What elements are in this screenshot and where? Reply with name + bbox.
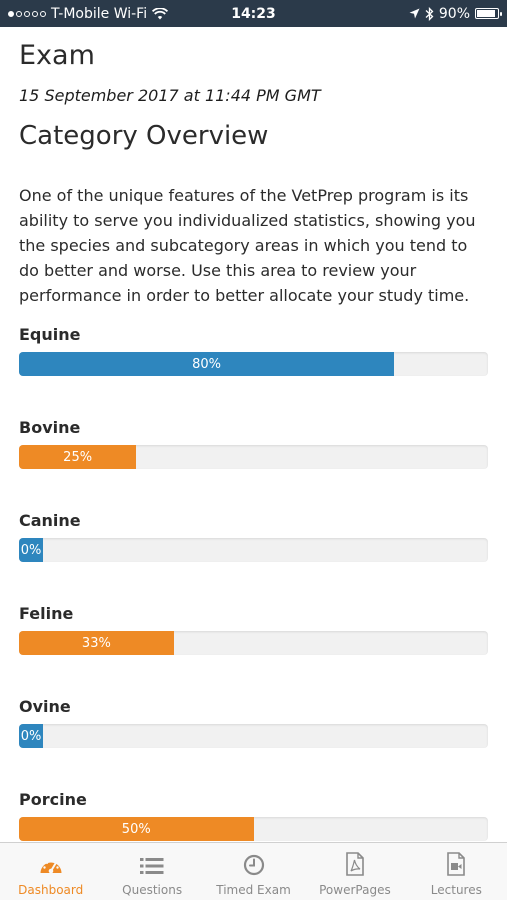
- tab-lectures[interactable]: Lectures: [406, 843, 507, 900]
- carrier-name: T-Mobile Wi-Fi: [51, 5, 148, 22]
- battery-icon: [475, 8, 502, 19]
- wifi-icon: [152, 7, 169, 19]
- status-bar-left: T-Mobile Wi-Fi: [8, 6, 198, 22]
- category-label: Ovine: [19, 697, 71, 716]
- progress-percent-label: 25%: [63, 449, 93, 465]
- overview-description: One of the unique features of the VetPre…: [19, 186, 476, 305]
- progress-fill: 0%: [19, 724, 43, 748]
- pdf-document-icon: [346, 852, 364, 876]
- tab-bar: Dashboard Questions Timed Exam PowerPage…: [0, 842, 507, 900]
- category-bovine: Bovine 25%: [19, 417, 489, 469]
- progress-track: 80%: [19, 352, 488, 376]
- tab-label: PowerPages: [319, 883, 391, 897]
- progress-percent-label: 0%: [20, 542, 42, 558]
- location-arrow-icon: [409, 8, 420, 19]
- tab-timed-exam[interactable]: Timed Exam: [203, 843, 304, 900]
- exam-timestamp: 15 September 2017 at 11:44 PM GMT: [19, 86, 321, 105]
- progress-fill: 50%: [19, 817, 254, 841]
- progress-fill: 25%: [19, 445, 137, 469]
- status-bar-right: 90%: [309, 5, 502, 22]
- battery-percentage: 90%: [438, 5, 470, 22]
- tab-dashboard[interactable]: Dashboard: [0, 843, 101, 900]
- category-label: Canine: [19, 511, 81, 530]
- progress-percent-label: 50%: [121, 821, 151, 837]
- status-bar: T-Mobile Wi-Fi 14:23 90%: [0, 0, 507, 27]
- tab-label: Lectures: [430, 883, 482, 897]
- category-porcine: Porcine 50%: [19, 789, 489, 841]
- bluetooth-icon: [425, 6, 434, 21]
- category-label: Porcine: [19, 790, 87, 809]
- progress-track: 25%: [19, 445, 488, 469]
- category-canine: Canine 0%: [19, 510, 489, 562]
- main-content[interactable]: Exam 15 September 2017 at 11:44 PM GMT C…: [0, 27, 507, 842]
- category-label: Feline: [19, 604, 74, 623]
- category-label: Equine: [19, 325, 81, 344]
- video-file-icon: [447, 852, 466, 876]
- tab-label: Timed Exam: [216, 883, 291, 897]
- category-equine: Equine 80%: [19, 324, 489, 376]
- progress-percent-label: 0%: [20, 728, 42, 744]
- dashboard-gauge-icon: [40, 859, 62, 874]
- progress-percent-label: 33%: [81, 635, 111, 651]
- tab-questions[interactable]: Questions: [101, 843, 202, 900]
- tab-powerpages[interactable]: PowerPages: [304, 843, 405, 900]
- category-feline: Feline 33%: [19, 603, 489, 655]
- signal-strength-icon: [8, 10, 46, 17]
- progress-track: 33%: [19, 631, 488, 655]
- progress-fill: 33%: [19, 631, 174, 655]
- category-ovine: Ovine 0%: [19, 696, 489, 748]
- list-icon: [140, 858, 164, 874]
- tab-label: Questions: [122, 883, 183, 897]
- progress-percent-label: 80%: [192, 356, 222, 372]
- progress-track: 0%: [19, 538, 488, 562]
- tab-label: Dashboard: [18, 883, 84, 897]
- section-title: Category Overview: [19, 121, 269, 151]
- progress-fill: 0%: [19, 538, 43, 562]
- clock-icon: [243, 854, 264, 876]
- progress-track: 0%: [19, 724, 488, 748]
- category-label: Bovine: [19, 418, 81, 437]
- page-title: Exam: [19, 40, 95, 71]
- status-time: 14:23: [231, 5, 276, 22]
- progress-fill: 80%: [19, 352, 395, 376]
- progress-track: 50%: [19, 817, 488, 841]
